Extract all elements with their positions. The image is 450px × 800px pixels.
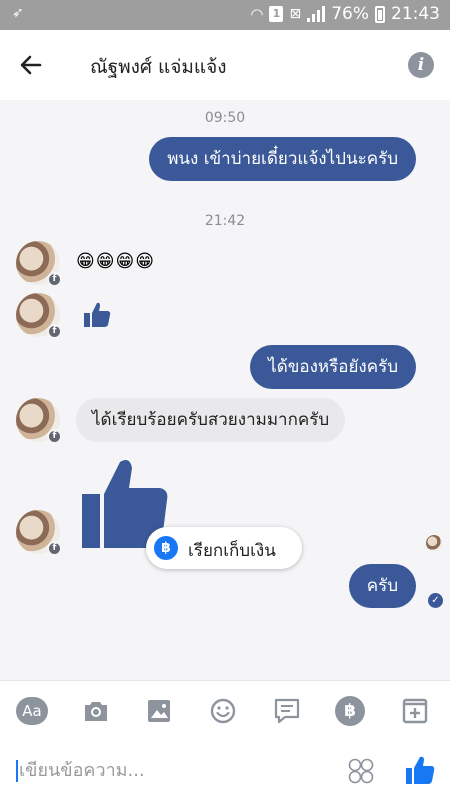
facebook-badge-icon: f xyxy=(47,272,62,287)
outgoing-message[interactable]: ได้ของหรือยังครับ xyxy=(250,345,416,389)
message-input[interactable]: เขียนข้อความ... xyxy=(16,760,145,782)
timestamp: 21:42 xyxy=(204,213,246,229)
small-like-icon[interactable] xyxy=(82,300,112,330)
seen-avatar xyxy=(426,535,442,551)
avatar[interactable]: f xyxy=(16,293,62,339)
clock: 21:43 xyxy=(391,4,440,24)
outgoing-message[interactable]: พนง เข้าบ่ายเดี๋ยวแจ้งไปนะครับ xyxy=(149,137,416,181)
notification-icon: ➶ xyxy=(12,5,24,21)
request-money-label: เรียกเก็บเงิน xyxy=(188,541,276,561)
no-sim-icon: ⊠ xyxy=(289,6,302,22)
status-bar: ➶ ◠ 1 ⊠ 76% 21:43 xyxy=(0,0,450,30)
delivered-check-icon: ✓ xyxy=(428,593,443,608)
facebook-badge-icon: f xyxy=(47,541,62,556)
message-composer: เขียนข้อความ... xyxy=(0,740,450,800)
info-icon[interactable]: i xyxy=(408,52,434,78)
text-format-button[interactable]: Aa xyxy=(16,697,48,725)
outgoing-message[interactable]: ครับ xyxy=(348,564,416,608)
emoji-icon[interactable] xyxy=(207,695,239,727)
chat-template-icon[interactable] xyxy=(271,695,303,727)
gallery-icon[interactable] xyxy=(143,695,175,727)
message-list: 09:50 พนง เข้าบ่ายเดี๋ยวแจ้งไปนะครับ 21:… xyxy=(0,100,450,680)
more-apps-icon[interactable] xyxy=(399,695,431,727)
contact-name[interactable]: ณัฐพงศ์ แจ่มแจ้ง xyxy=(90,52,227,82)
sim-icon: 1 xyxy=(269,6,284,22)
baht-coin-icon: ฿ xyxy=(154,536,178,560)
status-icons: ◠ 1 ⊠ 76% 21:43 xyxy=(250,4,440,24)
wifi-icon: ◠ xyxy=(250,5,264,23)
signal-icon xyxy=(307,6,326,22)
stickers-icon[interactable] xyxy=(347,757,375,785)
battery-icon xyxy=(375,5,385,23)
send-like-icon[interactable] xyxy=(404,754,436,786)
avatar[interactable]: f xyxy=(16,510,62,556)
payment-icon[interactable]: ฿ xyxy=(335,696,365,726)
facebook-badge-icon: f xyxy=(47,429,62,444)
timestamp: 09:50 xyxy=(204,110,246,126)
chat-header: ณัฐพงศ์ แจ่มแจ้ง i xyxy=(0,30,450,100)
incoming-emoji-message[interactable]: 😁😁😁😁 xyxy=(76,251,155,272)
facebook-badge-icon: f xyxy=(47,324,62,339)
back-arrow-icon[interactable] xyxy=(14,48,48,82)
avatar[interactable]: f xyxy=(16,398,62,444)
incoming-message[interactable]: ได้เรียบร้อยครับสวยงามมากครับ xyxy=(76,398,346,442)
camera-icon[interactable] xyxy=(80,695,112,727)
request-money-button[interactable]: ฿ เรียกเก็บเงิน xyxy=(146,527,302,569)
battery-percent: 76% xyxy=(331,4,369,24)
avatar[interactable]: f xyxy=(16,241,62,287)
composer-toolbar: Aa ฿ xyxy=(0,680,450,740)
